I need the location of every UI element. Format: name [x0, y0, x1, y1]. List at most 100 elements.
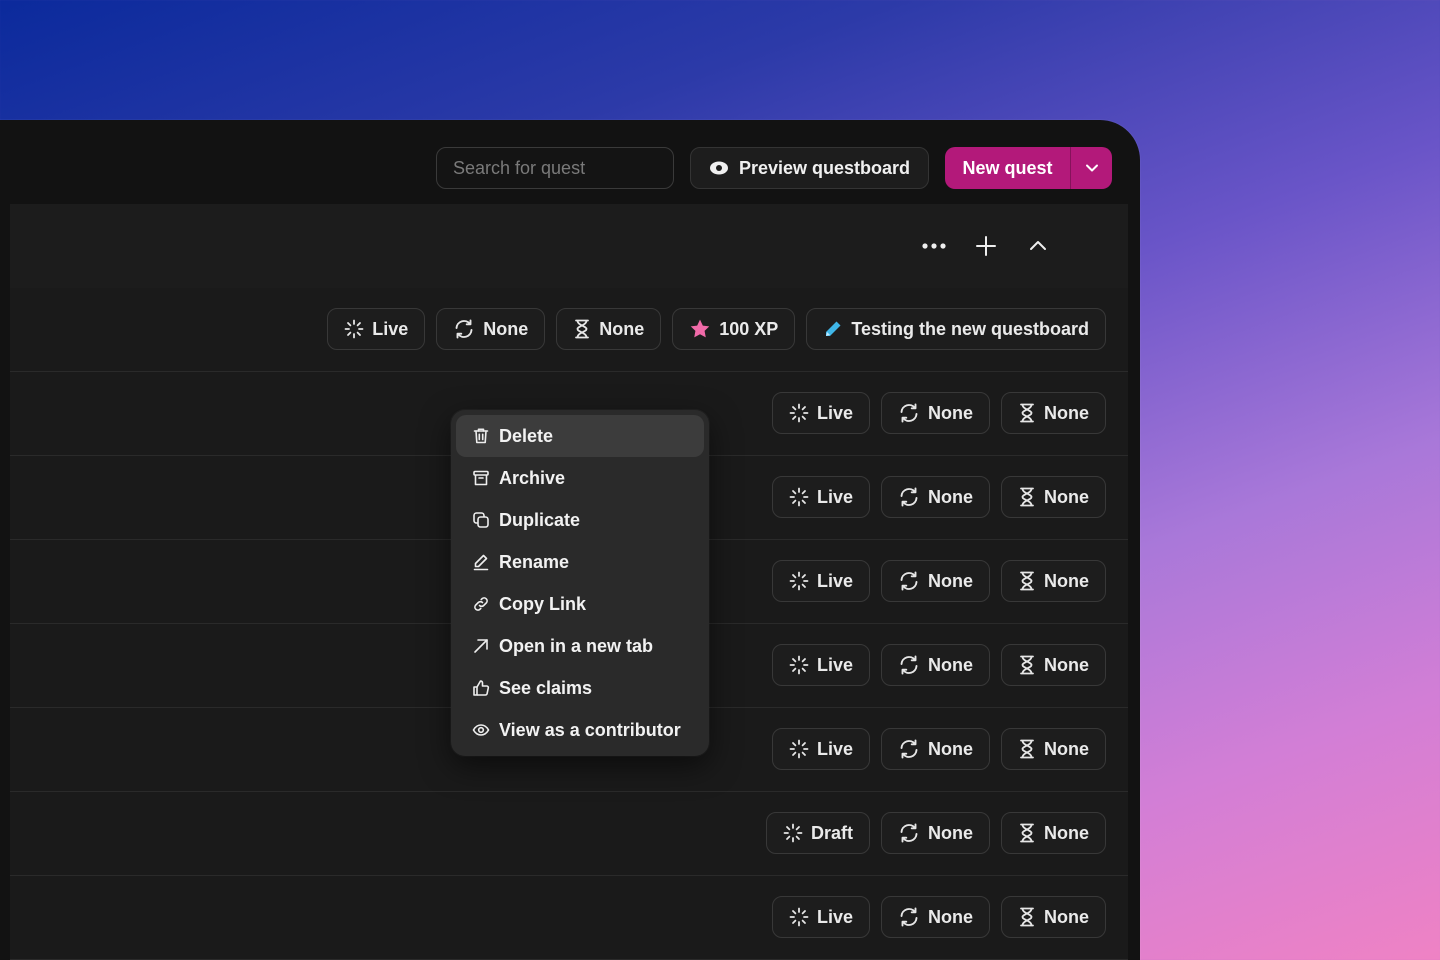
pencil-icon [823, 319, 843, 339]
menu-item-open-new-tab-label: Open in a new tab [499, 635, 654, 656]
hourglass-icon [1018, 571, 1036, 591]
recurrence-chip-label: None [928, 402, 973, 423]
quest-row[interactable]: Live None None [10, 876, 1128, 960]
status-chip[interactable]: Live [327, 308, 426, 350]
recurrence-chip[interactable]: None [881, 476, 990, 518]
more-horizontal-icon [922, 243, 946, 249]
loader-icon [789, 655, 809, 675]
status-chip-label: Live [816, 738, 853, 759]
add-quest-button[interactable] [970, 230, 1002, 262]
quest-row-chips: Draft None None [765, 812, 1106, 854]
duration-chip-label: None [1044, 822, 1089, 843]
loader-icon [789, 403, 809, 423]
duration-chip[interactable]: None [1001, 644, 1106, 686]
status-chip[interactable]: Live [771, 392, 870, 434]
new-quest-button[interactable]: New quest [945, 147, 1071, 189]
hourglass-icon [1018, 823, 1036, 843]
duration-chip[interactable]: None [1001, 392, 1106, 434]
status-chip-label: Draft [810, 822, 853, 843]
duplicate-icon [472, 511, 490, 529]
menu-item-archive-label: Archive [499, 467, 566, 488]
refresh-icon [898, 654, 920, 676]
star-icon [689, 318, 711, 340]
menu-item-duplicate-label: Duplicate [499, 509, 581, 530]
menu-item-archive[interactable]: Archive [456, 457, 704, 499]
preview-questboard-button[interactable]: Preview questboard [690, 147, 929, 189]
status-chip-label: Live [816, 570, 853, 591]
description-chip-label: Testing the new questboard [851, 318, 1089, 339]
menu-item-see-claims[interactable]: See claims [456, 667, 704, 709]
quest-row-chips: Live None None [771, 644, 1106, 686]
menu-item-view-as-contributor[interactable]: View as a contributor [456, 709, 704, 751]
recurrence-chip[interactable]: None [881, 644, 990, 686]
recurrence-chip[interactable]: None [881, 560, 990, 602]
recurrence-chip-label: None [928, 738, 973, 759]
recurrence-chip-label: None [928, 822, 973, 843]
status-chip-label: Live [372, 318, 409, 339]
recurrence-chip[interactable]: None [436, 308, 546, 350]
menu-item-delete[interactable]: Delete [456, 415, 704, 457]
recurrence-chip[interactable]: None [881, 392, 990, 434]
chevron-up-icon [1030, 241, 1046, 250]
loader-icon [344, 319, 364, 339]
loader-icon [789, 907, 809, 927]
trash-icon [472, 427, 490, 445]
xp-chip-label: 100 XP [719, 318, 779, 339]
menu-item-rename-label: Rename [499, 551, 570, 572]
menu-item-copy-link[interactable]: Copy Link [456, 583, 704, 625]
refresh-icon [898, 906, 920, 928]
toolbar: Preview questboard New quest [0, 120, 1140, 204]
duration-chip[interactable]: None [556, 308, 662, 350]
quest-row-chips: Live None None [771, 896, 1106, 938]
hourglass-icon [1018, 907, 1036, 927]
duration-chip[interactable]: None [1001, 476, 1106, 518]
quest-row-chips: Live None None [771, 476, 1106, 518]
link-icon [472, 595, 490, 613]
eye-icon [472, 721, 490, 739]
status-chip[interactable]: Live [771, 728, 870, 770]
status-chip[interactable]: Live [771, 476, 870, 518]
new-quest-label: New quest [962, 157, 1053, 178]
archive-icon [472, 469, 490, 487]
hourglass-icon [1018, 655, 1036, 675]
refresh-icon [898, 738, 920, 760]
duration-chip-label: None [1044, 654, 1089, 675]
recurrence-chip[interactable]: None [881, 728, 990, 770]
duration-chip[interactable]: None [1001, 728, 1106, 770]
status-chip[interactable]: Live [771, 896, 870, 938]
quest-group-header [10, 204, 1128, 288]
status-chip[interactable]: Live [771, 644, 870, 686]
status-chip[interactable]: Live [771, 560, 870, 602]
recurrence-chip[interactable]: None [881, 896, 990, 938]
menu-item-delete-label: Delete [499, 425, 554, 446]
menu-item-duplicate[interactable]: Duplicate [456, 499, 704, 541]
new-quest-split-button: New quest [945, 147, 1112, 189]
search-input[interactable] [436, 147, 674, 189]
recurrence-chip[interactable]: None [881, 812, 990, 854]
menu-item-open-new-tab[interactable]: Open in a new tab [456, 625, 704, 667]
duration-chip[interactable]: None [1001, 812, 1106, 854]
new-quest-dropdown-button[interactable] [1071, 147, 1112, 189]
duration-chip-label: None [1044, 906, 1089, 927]
loader-icon [789, 571, 809, 591]
refresh-icon [898, 822, 920, 844]
more-options-button[interactable] [918, 230, 950, 262]
refresh-icon [898, 570, 920, 592]
pen-icon [472, 553, 490, 571]
duration-chip[interactable]: None [1001, 896, 1106, 938]
hourglass-icon [573, 319, 591, 339]
description-chip[interactable]: Testing the new questboard [806, 308, 1106, 350]
collapse-group-button[interactable] [1022, 230, 1054, 262]
status-chip-label: Live [816, 486, 853, 507]
xp-chip[interactable]: 100 XP [672, 308, 796, 350]
chevron-down-icon [1085, 164, 1098, 172]
recurrence-chip-label: None [483, 318, 529, 339]
recurrence-chip-label: None [928, 654, 973, 675]
duration-chip[interactable]: None [1001, 560, 1106, 602]
menu-item-rename[interactable]: Rename [456, 541, 704, 583]
hourglass-icon [1018, 739, 1036, 759]
quest-row[interactable]: Draft None None [10, 792, 1128, 876]
quest-row[interactable]: Live None None 100 XP Testing the new questb… [10, 288, 1128, 372]
menu-item-see-claims-label: See claims [499, 677, 593, 698]
status-chip[interactable]: Draft [765, 812, 870, 854]
